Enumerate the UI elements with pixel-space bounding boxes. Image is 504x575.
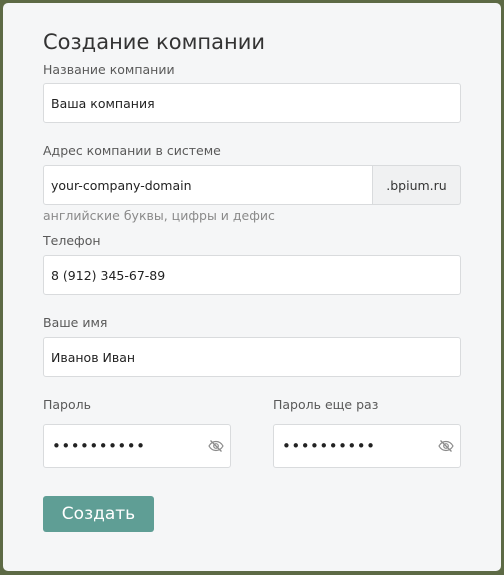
password-repeat-masked-value: ••••••••••	[282, 437, 376, 455]
eye-slash-icon[interactable]	[438, 438, 454, 454]
domain-suffix: .bpium.ru	[373, 165, 461, 205]
create-company-card: Создание компании Название компании Адре…	[3, 3, 501, 571]
phone-input[interactable]	[43, 255, 461, 295]
domain-hint: английские буквы, цифры и дефис	[43, 208, 275, 223]
password-repeat-label: Пароль еще раз	[273, 397, 379, 412]
password-repeat-input[interactable]: ••••••••••	[273, 424, 461, 468]
company-name-label: Название компании	[43, 62, 175, 77]
page-title: Создание компании	[43, 30, 266, 54]
company-name-input[interactable]	[43, 83, 461, 123]
password-label: Пароль	[43, 397, 91, 412]
eye-slash-icon[interactable]	[208, 438, 224, 454]
phone-label: Телефон	[43, 233, 101, 248]
create-button[interactable]: Создать	[43, 496, 154, 532]
domain-input[interactable]	[43, 165, 373, 205]
name-label: Ваше имя	[43, 315, 108, 330]
password-masked-value: ••••••••••	[52, 437, 146, 455]
domain-label: Адрес компании в системе	[43, 143, 221, 158]
password-input[interactable]: ••••••••••	[43, 424, 231, 468]
name-input[interactable]	[43, 337, 461, 377]
